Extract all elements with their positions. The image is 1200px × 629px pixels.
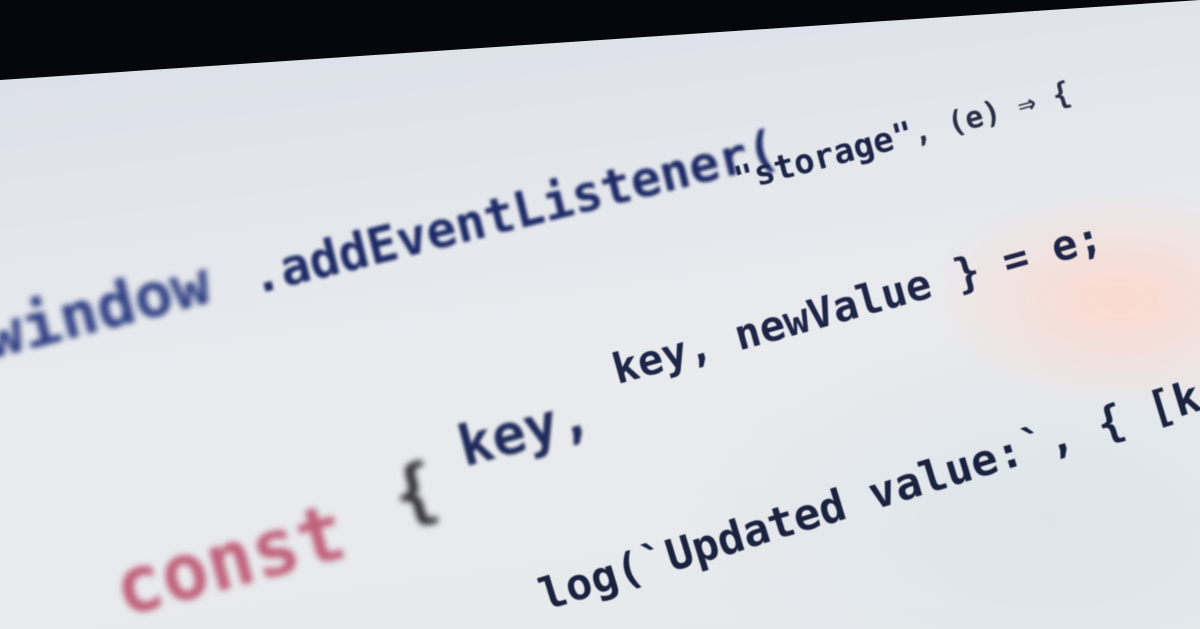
code-photo: window .addEventListener( "storage", (e)… [0, 0, 1200, 629]
